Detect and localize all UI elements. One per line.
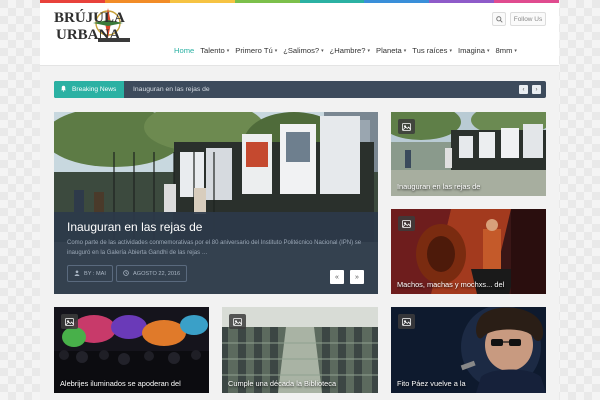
nav-item-1[interactable]: Talento ▾ (200, 45, 229, 57)
chevron-down-icon: ▾ (274, 48, 278, 54)
user-icon (74, 269, 80, 278)
camera-icon (229, 314, 246, 329)
featured-excerpt: Como parte de las actividades conmemorat… (67, 240, 362, 256)
slider-next-button[interactable]: » (350, 270, 364, 284)
date-meta: AGOSTO 22, 2016 (116, 265, 188, 282)
featured-post[interactable]: Inauguran en las rejas de Como parte de … (54, 112, 378, 294)
camera-icon (398, 314, 415, 329)
post-date: AGOSTO 22, 2016 (133, 270, 181, 277)
chevrons-right-icon: » (355, 273, 359, 281)
search-icon (495, 15, 503, 23)
bottom-post-2-title[interactable]: Cumple una década la Biblioteca (228, 377, 374, 393)
chevron-right-icon: › (535, 86, 538, 93)
camera-icon (61, 314, 78, 329)
follow-us-button[interactable]: Follow Us (510, 12, 546, 26)
bottom-post-1-title[interactable]: Alebrijes iluminados se apoderan del (60, 377, 205, 393)
camera-icon (398, 216, 415, 231)
site-logo[interactable]: BRÚJULA URBANA (52, 5, 138, 45)
featured-title[interactable]: Inauguran en las rejas de (67, 220, 202, 234)
ticker-prev-button[interactable]: ‹ (519, 85, 528, 94)
featured-panel: Inauguran en las rejas de Como parte de … (54, 212, 378, 294)
chevron-left-icon: ‹ (522, 86, 525, 93)
author-meta[interactable]: BY : MAI (67, 265, 113, 282)
chevrons-left-icon: « (335, 273, 339, 281)
site-header: BRÚJULA URBANA Follow Us Home Talento ▾ Pri… (40, 3, 559, 66)
chevron-down-icon: ▾ (367, 48, 370, 54)
nav-item-3[interactable]: ¿Salimos? ▾ (283, 45, 323, 57)
ticker-headline[interactable]: Inauguran en las rejas de (133, 81, 210, 98)
breaking-news-label-text: Breaking News (72, 86, 117, 93)
nav-item-label: Talento (200, 46, 225, 55)
nav-item-7[interactable]: Imagina ▾ (458, 45, 490, 57)
side-post-2-title[interactable]: Machos, machas y mochxs... del (397, 278, 542, 294)
side-post-1[interactable]: Inauguran en las rejas de (391, 112, 546, 196)
bottom-post-3-title[interactable]: Fito Páez vuelve a la (397, 377, 542, 393)
nav-item-8[interactable]: 8mm ▾ (496, 45, 517, 57)
search-button[interactable] (492, 12, 506, 26)
nav-item-label: Home (174, 46, 195, 55)
nav-item-label: Tus raíces (412, 46, 448, 55)
nav-item-4[interactable]: ¿Hambre? ▾ (330, 45, 370, 57)
page-wrapper: BRÚJULA URBANA Follow Us Home Talento ▾ Pri… (40, 0, 559, 400)
author-name: BY : MAI (84, 270, 106, 277)
bottom-post-1[interactable]: Alebrijes iluminados se apoderan del (54, 307, 209, 393)
nav-item-0[interactable]: Home (174, 45, 194, 57)
nav-item-label: ¿Salimos? (283, 46, 320, 55)
slider-prev-button[interactable]: « (330, 270, 344, 284)
side-post-1-title[interactable]: Inauguran en las rejas de (397, 180, 542, 196)
nav-item-label: Planeta (376, 46, 402, 55)
chevron-down-icon: ▾ (487, 48, 490, 54)
chevron-down-icon: ▾ (449, 48, 452, 54)
nav-item-label: ¿Hambre? (329, 46, 366, 55)
camera-icon (398, 119, 415, 134)
bottom-post-3[interactable]: Fito Páez vuelve a la (391, 307, 546, 393)
nav-item-6[interactable]: Tus raíces ▾ (412, 45, 452, 57)
breaking-news-bar: Breaking News Inauguran en las rejas de … (54, 81, 546, 98)
nav-item-label: 8mm (495, 46, 513, 55)
nav-item-2[interactable]: Primero Tú ▾ (235, 45, 277, 57)
nav-item-5[interactable]: Planeta ▾ (376, 45, 406, 57)
svg-text:BRÚJULA: BRÚJULA (54, 9, 125, 26)
nav-item-label: Primero Tú (235, 46, 273, 55)
main-nav: Home Talento ▾ Primero Tú ▾ ¿Salimos? ▾ ¿Hambre… (174, 45, 523, 57)
clock-icon (123, 269, 129, 278)
breaking-news-label: Breaking News (54, 81, 124, 98)
chevron-down-icon: ▾ (403, 48, 407, 54)
nav-item-label: Imagina (457, 46, 485, 55)
ticker-next-button[interactable]: › (532, 85, 541, 94)
chevron-down-icon: ▾ (226, 48, 230, 54)
chevron-down-icon: ▾ (321, 48, 324, 54)
side-post-2[interactable]: Machos, machas y mochxs... del (391, 209, 546, 294)
bottom-post-2[interactable]: Cumple una década la Biblioteca (222, 307, 378, 393)
bell-icon (60, 85, 67, 94)
chevron-down-icon: ▾ (514, 48, 517, 54)
